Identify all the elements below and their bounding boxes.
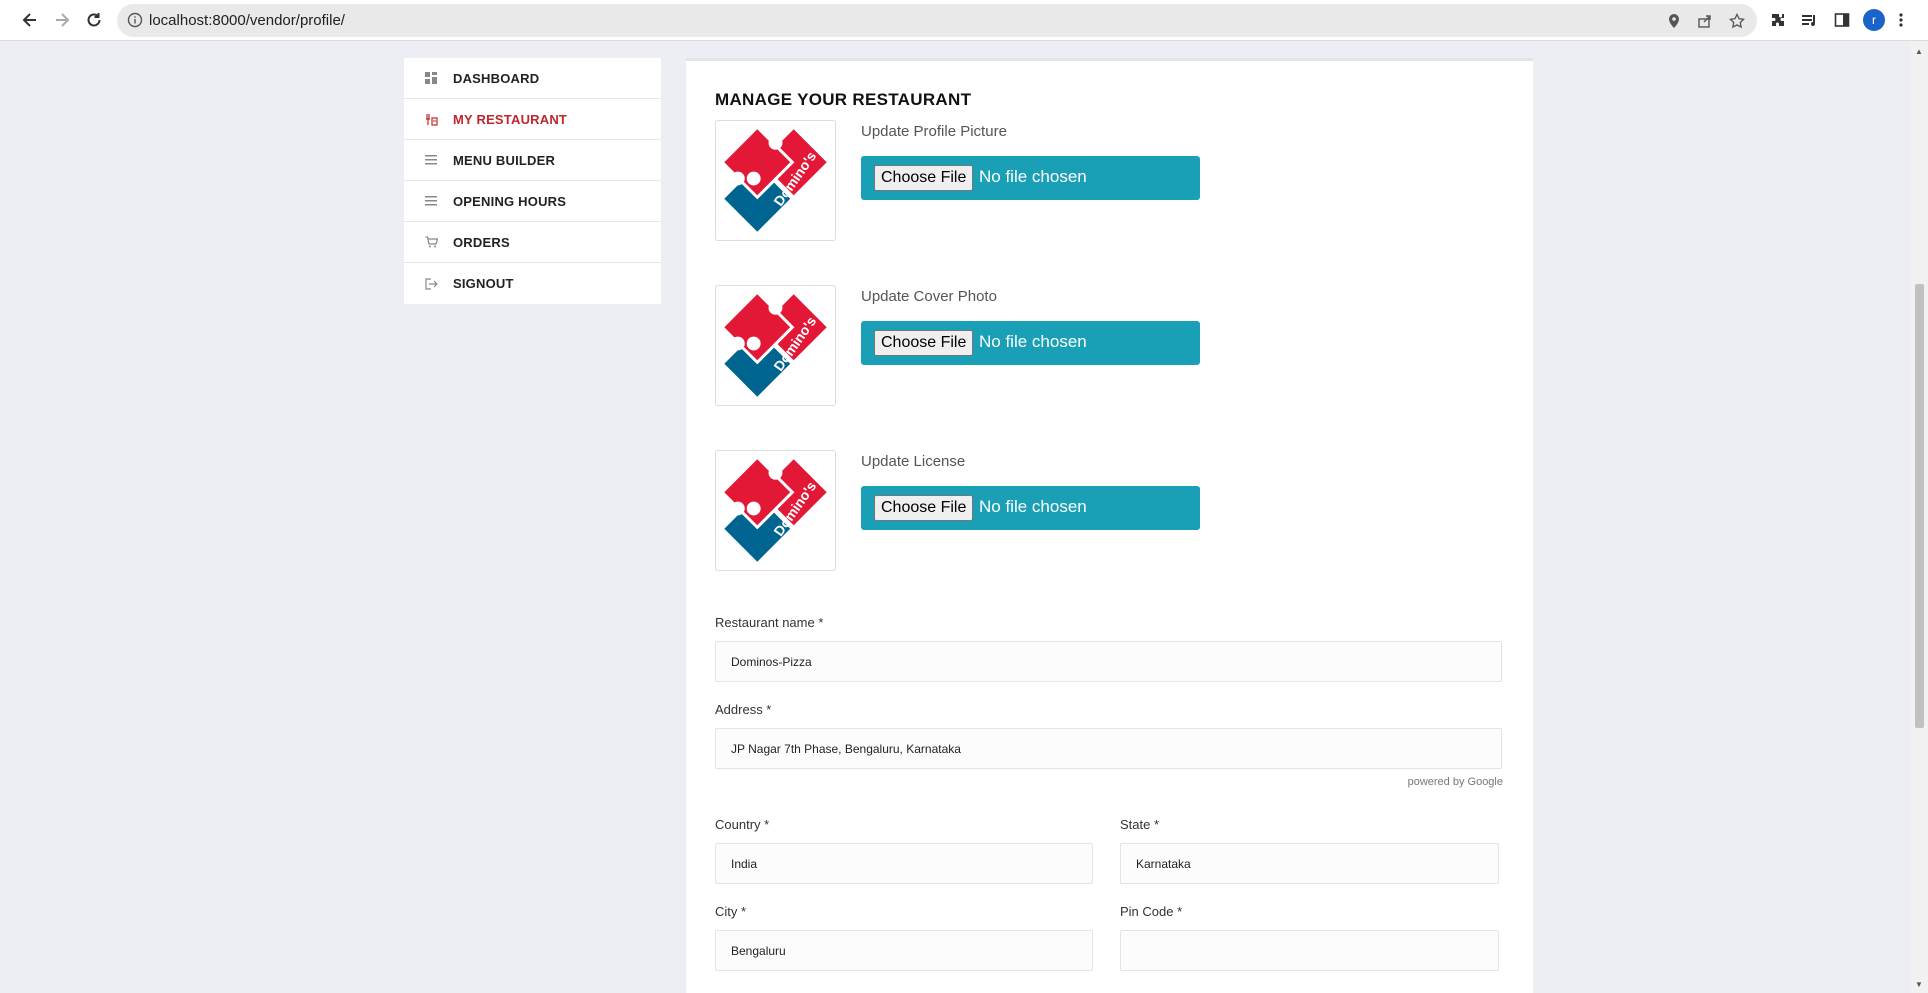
manage-restaurant-card: MANAGE YOUR RESTAURANT Domino's Pizza Up… <box>686 58 1533 993</box>
page-scrollbar[interactable]: ▲ ▼ <box>1911 41 1928 993</box>
sidebar-item-label: OPENING HOURS <box>453 193 567 209</box>
dominos-logo-image: Domino's Pizza <box>720 455 831 566</box>
browser-toolbar: localhost:8000/vendor/profile/ r <box>0 0 1928 41</box>
back-icon[interactable] <box>18 8 42 32</box>
sidebar-item-label: DASHBOARD <box>453 70 540 86</box>
city-label: City * <box>715 904 747 919</box>
profile-picture-file-input[interactable]: Choose File No file chosen <box>861 156 1200 200</box>
sidebar-item-label: SIGNOUT <box>453 276 514 291</box>
reload-icon[interactable] <box>82 8 106 32</box>
scroll-thumb[interactable] <box>1915 284 1924 728</box>
sidebar-item-my-restaurant[interactable]: MY RESTAURANT <box>404 99 661 140</box>
sidebar-item-label: MY RESTAURANT <box>453 111 568 127</box>
city-input[interactable]: Bengaluru <box>715 930 1093 971</box>
reading-list-icon[interactable] <box>1799 9 1821 31</box>
location-icon[interactable] <box>1664 11 1684 31</box>
country-label: Country * <box>715 817 770 832</box>
page-title: MANAGE YOUR RESTAURANT <box>715 90 972 109</box>
file-status-text: No file chosen <box>979 332 1087 351</box>
scroll-up-arrow-icon[interactable]: ▲ <box>1915 47 1923 56</box>
pin-code-label: Pin Code * <box>1120 904 1183 919</box>
scroll-down-arrow-icon[interactable]: ▼ <box>1915 980 1923 989</box>
state-label: State * <box>1120 817 1160 832</box>
sidebar-item-opening-hours[interactable]: OPENING HOURS <box>404 181 661 222</box>
upload-cover-label: Update Cover Photo <box>861 288 997 305</box>
site-info-icon[interactable] <box>127 12 143 33</box>
bookmark-star-icon[interactable] <box>1727 11 1747 31</box>
sidebar-item-orders[interactable]: ORDERS <box>404 222 661 263</box>
file-status-text: No file chosen <box>979 167 1087 186</box>
address-label: Address * <box>715 702 772 717</box>
state-input[interactable]: Karnataka <box>1120 843 1499 884</box>
browser-menu-icon[interactable] <box>1894 9 1908 31</box>
license-preview: Domino's Pizza <box>715 450 836 571</box>
sidebar-item-signout[interactable]: SIGNOUT <box>404 263 661 304</box>
country-input[interactable]: India <box>715 843 1093 884</box>
share-icon[interactable] <box>1695 11 1715 31</box>
cover-photo-file-input[interactable]: Choose File No file chosen <box>861 321 1200 365</box>
file-status-text: No file chosen <box>979 497 1087 516</box>
restaurant-name-label: Restaurant name * <box>715 615 824 630</box>
url-text: localhost:8000/vendor/profile/ <box>149 12 345 29</box>
choose-file-button[interactable]: Choose File <box>874 330 974 356</box>
choose-file-button[interactable]: Choose File <box>874 165 974 191</box>
pin-code-input[interactable] <box>1120 930 1499 971</box>
license-file-input[interactable]: Choose File No file chosen <box>861 486 1200 530</box>
list-icon <box>424 153 438 167</box>
list-icon <box>424 194 438 208</box>
sidebar-item-dashboard[interactable]: DASHBOARD <box>404 58 661 99</box>
cart-icon <box>424 235 438 249</box>
choose-file-button[interactable]: Choose File <box>874 495 974 521</box>
dominos-logo-image: Domino's Pizza <box>720 125 831 236</box>
sidebar-item-label: ORDERS <box>453 234 510 250</box>
powered-by-google: powered by Google <box>1407 776 1503 788</box>
side-panel-icon[interactable] <box>1831 9 1853 31</box>
cover-photo-preview: Domino's Pizza <box>715 285 836 406</box>
upload-profile-label: Update Profile Picture <box>861 123 1007 140</box>
upload-license-label: Update License <box>861 453 966 470</box>
vendor-sidebar: DASHBOARD MY RESTAURANT MENU BUILDER OPE… <box>404 58 661 304</box>
signout-icon <box>424 277 438 291</box>
dashboard-icon <box>424 71 438 85</box>
forward-icon[interactable] <box>50 8 74 32</box>
profile-avatar[interactable]: r <box>1863 9 1885 31</box>
profile-picture-preview: Domino's Pizza <box>715 120 836 241</box>
restaurant-name-input[interactable]: Dominos-Pizza <box>715 641 1502 682</box>
address-bar[interactable]: localhost:8000/vendor/profile/ <box>117 4 1757 37</box>
dominos-logo-image: Domino's Pizza <box>720 290 831 401</box>
extensions-icon[interactable] <box>1767 9 1789 31</box>
sidebar-item-label: MENU BUILDER <box>453 152 556 168</box>
sidebar-item-menu-builder[interactable]: MENU BUILDER <box>404 140 661 181</box>
address-input[interactable]: JP Nagar 7th Phase, Bengaluru, Karnataka <box>715 728 1502 769</box>
restaurant-icon <box>424 112 438 126</box>
